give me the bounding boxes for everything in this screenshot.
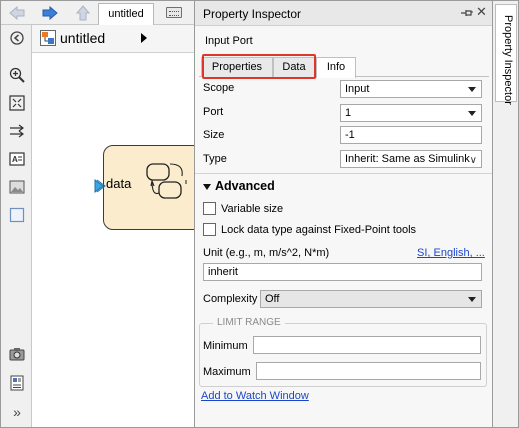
complexity-select[interactable]: Off	[260, 290, 482, 308]
side-toolbar: A »	[1, 25, 32, 427]
camera-icon[interactable]	[8, 345, 26, 363]
box-icon[interactable]	[8, 206, 26, 224]
lock-type-checkbox[interactable]	[203, 223, 216, 236]
size-field[interactable]: -1	[340, 126, 482, 144]
add-to-watch-link[interactable]: Add to Watch Window	[201, 390, 309, 402]
unit-label: Unit (e.g., m, m/s^2, N*m)	[203, 247, 330, 259]
minimum-field[interactable]	[253, 336, 481, 354]
breadcrumb: untitled	[32, 25, 213, 53]
minimum-label: Minimum	[203, 340, 248, 352]
pin-icon[interactable]	[460, 7, 474, 19]
scope-label: Scope	[203, 82, 235, 94]
block-type-label: Input Port	[205, 35, 253, 47]
strip-tab-label: Property Inspector	[502, 15, 514, 105]
variable-size-label: Variable size	[221, 203, 284, 215]
chevron-down-icon	[468, 111, 476, 116]
advanced-section-title[interactable]: Advanced	[215, 179, 275, 193]
chevron-down-icon	[468, 297, 476, 302]
chevron-down-icon: ∨	[469, 155, 477, 166]
model-icon	[40, 30, 56, 46]
port-label: data	[106, 176, 132, 191]
maximum-field[interactable]	[256, 362, 481, 380]
collapse-caret-icon[interactable]	[203, 184, 211, 190]
maximum-label: Maximum	[203, 366, 251, 378]
type-label: Type	[203, 153, 227, 165]
fit-view-icon[interactable]	[8, 94, 26, 112]
scope-select[interactable]: Input	[340, 80, 482, 98]
up-arrow-icon[interactable]	[74, 4, 92, 22]
chevron-right-icon[interactable]	[141, 33, 147, 43]
port-label-field: Port	[203, 106, 224, 118]
svg-text:A: A	[12, 155, 18, 164]
unit-field[interactable]: inherit	[203, 263, 482, 281]
inspector-title-bar: Property Inspector ✕	[195, 1, 493, 26]
hide-browser-icon[interactable]	[8, 29, 26, 47]
divider	[195, 173, 493, 174]
property-inspector: Property Inspector ✕ Input Port Properti…	[194, 1, 493, 427]
zoom-in-icon[interactable]	[8, 66, 26, 84]
variable-size-checkbox[interactable]	[203, 202, 216, 215]
model-canvas[interactable]: data	[32, 54, 203, 427]
report-icon[interactable]	[8, 374, 26, 392]
breadcrumb-label[interactable]: untitled	[60, 30, 105, 46]
back-arrow-icon[interactable]	[8, 4, 26, 22]
close-icon[interactable]: ✕	[476, 5, 487, 19]
input-port-icon[interactable]	[94, 179, 106, 193]
arrows-icon[interactable]	[8, 122, 26, 140]
forward-arrow-icon[interactable]	[41, 4, 59, 22]
tab-highlight-box	[202, 54, 316, 79]
more-icon[interactable]: »	[8, 403, 26, 421]
annotation-icon[interactable]: A	[8, 150, 26, 168]
port-select[interactable]: 1	[340, 104, 482, 122]
keyboard-icon[interactable]	[166, 7, 182, 18]
property-inspector-strip-tab[interactable]: Property Inspector	[495, 4, 517, 105]
image-icon[interactable]	[8, 178, 26, 196]
complexity-label: Complexity	[203, 293, 258, 305]
limit-range-title: LIMIT RANGE	[213, 317, 285, 328]
type-select[interactable]: Inherit: Same as Simulink ∨	[340, 150, 482, 168]
document-tab[interactable]: untitled	[98, 3, 154, 25]
chevron-down-icon	[468, 87, 476, 92]
unit-options-link[interactable]: SI, English, ...	[417, 247, 485, 259]
lock-type-label: Lock data type against Fixed-Point tools	[221, 224, 417, 236]
tab-info[interactable]: Info	[316, 57, 356, 78]
editor-toolbar: untitled	[1, 1, 194, 25]
size-label: Size	[203, 129, 225, 141]
inspector-side-strip: Property Inspector	[492, 1, 518, 427]
inspector-title: Property Inspector	[203, 7, 302, 21]
